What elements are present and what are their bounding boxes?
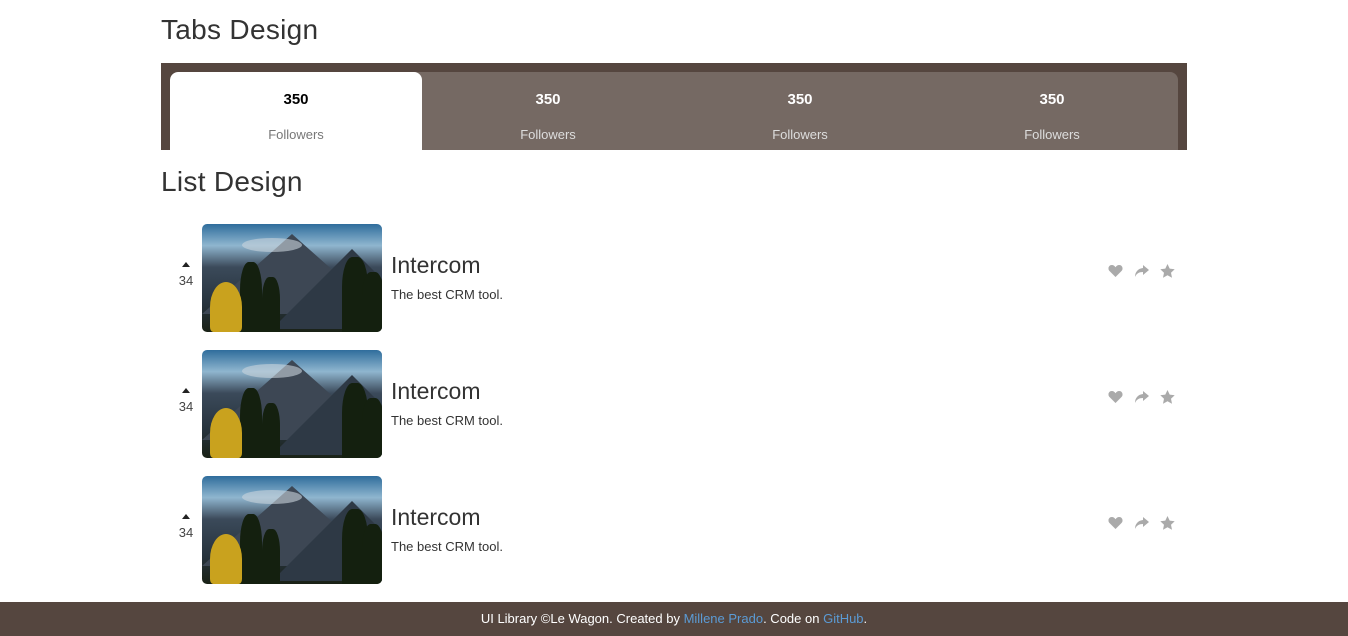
list: 34 Intercom The best CRM tool. 34 Interc…: [161, 224, 1187, 602]
tab-followers[interactable]: 350 Followers: [422, 72, 674, 150]
tabs-container: 350 Followers 350 Followers 350 Follower…: [161, 63, 1187, 150]
upvote[interactable]: 34: [171, 514, 201, 540]
item-thumbnail: [202, 476, 382, 584]
tabs-section-title: Tabs Design: [161, 14, 319, 45]
upvote-arrow-icon[interactable]: [182, 388, 190, 393]
upvote[interactable]: 34: [171, 388, 201, 414]
share-icon[interactable]: [1134, 264, 1149, 278]
upvote-arrow-icon[interactable]: [182, 514, 190, 519]
item-description: The best CRM tool.: [391, 287, 503, 302]
author-link[interactable]: Millene Prado: [684, 611, 764, 626]
item-actions: [1108, 390, 1175, 404]
list-section-title: List Design: [161, 166, 303, 197]
footer-prefix: UI Library ©Le Wagon. Created by: [480, 611, 684, 626]
footer-suffix: .: [863, 611, 868, 626]
vote-count: 34: [178, 525, 194, 540]
tab-label: Followers: [268, 127, 324, 142]
list-item: 34 Intercom The best CRM tool.: [161, 350, 1187, 458]
tab-count: 350: [787, 91, 813, 108]
heart-icon[interactable]: [1108, 264, 1123, 278]
tab-count: 350: [535, 91, 561, 108]
tab-label: Followers: [1024, 127, 1080, 142]
tab-count: 350: [283, 91, 309, 108]
share-icon[interactable]: [1134, 390, 1149, 404]
tab-count: 350: [1039, 91, 1065, 108]
item-title[interactable]: Intercom: [391, 504, 503, 531]
footer-middle: . Code on: [763, 611, 824, 626]
tab-bar: 350 Followers 350 Followers 350 Follower…: [170, 72, 1178, 150]
star-icon[interactable]: [1160, 390, 1175, 404]
upvote[interactable]: 34: [171, 262, 201, 288]
item-description: The best CRM tool.: [391, 539, 503, 554]
item-actions: [1108, 516, 1175, 530]
tab-followers[interactable]: 350 Followers: [926, 72, 1178, 150]
footer: UI Library ©Le Wagon. Created by Millene…: [0, 602, 1348, 636]
tab-label: Followers: [520, 127, 576, 142]
vote-count: 34: [178, 273, 194, 288]
heart-icon[interactable]: [1108, 390, 1123, 404]
item-title[interactable]: Intercom: [391, 252, 503, 279]
list-item: 34 Intercom The best CRM tool.: [161, 224, 1187, 332]
item-actions: [1108, 264, 1175, 278]
tab-followers[interactable]: 350 Followers: [170, 72, 422, 150]
item-thumbnail: [202, 350, 382, 458]
item-thumbnail: [202, 224, 382, 332]
tab-followers[interactable]: 350 Followers: [674, 72, 926, 150]
item-description: The best CRM tool.: [391, 413, 503, 428]
item-title[interactable]: Intercom: [391, 378, 503, 405]
share-icon[interactable]: [1134, 516, 1149, 530]
vote-count: 34: [178, 399, 194, 414]
star-icon[interactable]: [1160, 516, 1175, 530]
tab-label: Followers: [772, 127, 828, 142]
heart-icon[interactable]: [1108, 516, 1123, 530]
star-icon[interactable]: [1160, 264, 1175, 278]
github-link[interactable]: GitHub: [823, 611, 863, 626]
upvote-arrow-icon[interactable]: [182, 262, 190, 267]
list-item: 34 Intercom The best CRM tool.: [161, 476, 1187, 584]
